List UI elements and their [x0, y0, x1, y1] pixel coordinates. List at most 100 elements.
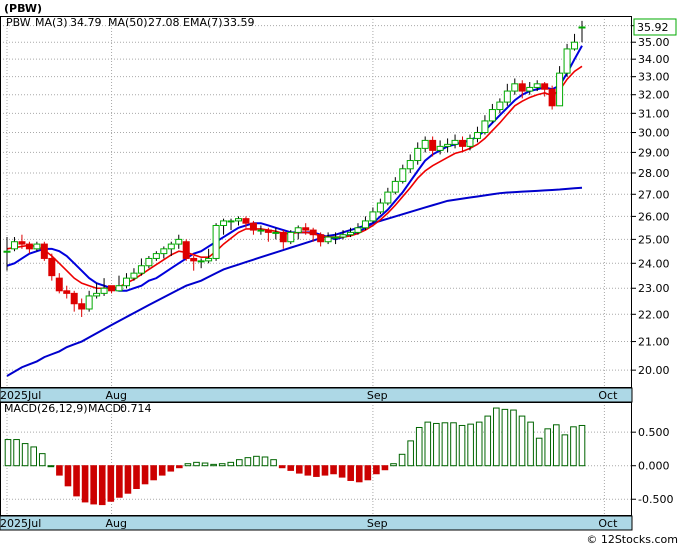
candle-body	[488, 109, 496, 122]
candle-body	[421, 139, 429, 149]
macd-bar	[338, 465, 346, 478]
price-date-label: 2025Jul	[0, 389, 41, 402]
macd-bar	[244, 457, 252, 467]
candle-body	[122, 277, 130, 287]
candle-body	[414, 147, 422, 162]
price-tick-label: 21.00	[638, 336, 670, 349]
macd-bar	[527, 421, 534, 467]
candle-body	[473, 132, 481, 139]
candle-body	[317, 234, 325, 243]
candle-body	[227, 220, 235, 223]
candle-body	[40, 243, 48, 259]
macd-bar	[304, 465, 312, 476]
macd-bar	[484, 415, 492, 467]
macd-bar	[373, 465, 380, 475]
candle-body	[556, 72, 564, 107]
candle-body	[182, 241, 190, 259]
candle-body	[55, 277, 63, 292]
candle-body	[459, 139, 467, 147]
legend-symbol: PBW	[6, 16, 31, 29]
macd-bar	[433, 422, 440, 467]
macd-tick-label: 0.500	[638, 426, 670, 439]
macd-bar	[561, 434, 569, 467]
price-date-label: Sep	[367, 389, 388, 402]
candle-body	[108, 285, 116, 292]
chart: 20.00 21.00 22.00 23.00 24.00 25.00 26.00 27.00…	[0, 2, 678, 546]
candle-body	[234, 218, 242, 222]
macd-bar	[38, 453, 46, 467]
price-tick-label: 31.00	[638, 107, 670, 120]
price-tick-label: 23.00	[638, 282, 670, 295]
macd-tick-label: -0.500	[638, 493, 673, 506]
macd-bar	[21, 443, 29, 467]
macd-legend-label: MACD(26,12,9)	[4, 402, 88, 415]
macd-bar	[81, 465, 89, 503]
candle-body	[249, 222, 257, 231]
macd-bar	[510, 409, 517, 467]
macd-bar	[73, 465, 80, 497]
candle-body	[100, 287, 108, 294]
candle-body	[347, 231, 355, 236]
macd-date-label: 2025Jul	[0, 517, 41, 530]
macd-bar	[467, 423, 474, 467]
price-date-band	[0, 387, 633, 403]
candle-body	[332, 236, 340, 239]
macd-panel: -0.500 0.000 0.500 2025Jul Aug Sep Oct	[0, 402, 673, 531]
macd-bar	[176, 465, 183, 469]
macd-bar	[218, 463, 226, 467]
candle-body	[152, 253, 160, 259]
candle-body	[339, 234, 347, 238]
candle-body	[279, 231, 287, 243]
price-tick-label: 35.00	[638, 36, 670, 49]
price-tick-label: 26.00	[638, 210, 670, 223]
price-panel: 20.00 21.00 22.00 23.00 24.00 25.00 26.00 27.00…	[0, 16, 677, 403]
macd-bar	[398, 453, 406, 467]
last-price-label: 35.92	[637, 21, 669, 34]
candle-body	[496, 101, 504, 111]
candle-body	[93, 292, 101, 297]
macd-bar	[253, 455, 260, 467]
candle-body	[197, 260, 205, 263]
candle-body	[264, 229, 272, 233]
macd-bar	[98, 465, 106, 506]
macd-bar	[570, 426, 577, 467]
candle-body	[175, 238, 183, 245]
price-date-label: Oct	[598, 389, 618, 402]
macd-bar	[193, 461, 200, 467]
macd-bar	[347, 465, 354, 481]
candle-body	[369, 211, 377, 222]
macd-bar	[158, 465, 166, 476]
macd-bar	[4, 439, 12, 467]
candle-body	[294, 227, 302, 233]
candle-body	[25, 243, 33, 250]
macd-bar	[458, 424, 466, 467]
price-tick-label: 33.00	[638, 71, 670, 84]
macd-bar	[321, 465, 329, 476]
price-tick-label: 28.00	[638, 167, 670, 180]
candle-body	[48, 257, 56, 277]
candle-body	[518, 83, 526, 92]
candle-body	[429, 139, 437, 151]
macd-bar	[210, 463, 217, 467]
candle-body	[324, 236, 332, 243]
macd-bar	[518, 415, 526, 467]
price-plot-area	[0, 16, 632, 388]
macd-bar	[64, 465, 72, 487]
watermark: © 12Stocks.com	[586, 533, 678, 546]
candle-body	[10, 241, 18, 250]
chart-title: (PBW)	[4, 2, 42, 15]
candle-body	[137, 265, 145, 274]
candle-body	[309, 229, 317, 236]
legend-ema7-value: 33.59	[223, 16, 255, 29]
candle-body	[451, 139, 459, 145]
macd-bar	[278, 465, 286, 469]
macd-bar	[56, 465, 63, 476]
candle-body	[302, 227, 310, 231]
price-tick-label: 29.00	[638, 146, 670, 159]
macd-date-label: Sep	[367, 517, 388, 530]
legend-ma3-value: 34.79	[70, 16, 102, 29]
legend-ma50-label: MA(50)	[108, 16, 148, 29]
macd-bar	[424, 421, 432, 467]
candle-body	[167, 243, 175, 250]
candle-body	[205, 257, 213, 262]
